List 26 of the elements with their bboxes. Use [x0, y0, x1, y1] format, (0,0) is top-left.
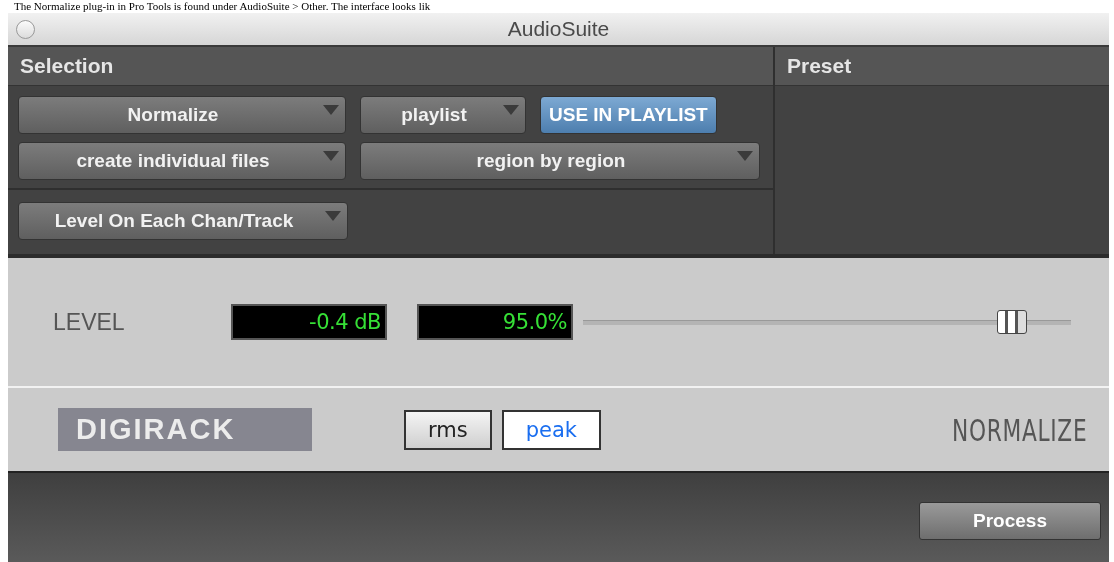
- mode-button[interactable]: peak: [501, 409, 601, 450]
- dropdown[interactable]: Normalize: [18, 96, 346, 134]
- brand-logo: DIGIRACK: [58, 408, 312, 451]
- caret-icon: [325, 211, 341, 221]
- section-title: Preset: [787, 54, 852, 78]
- dropdown[interactable]: create individual files: [18, 142, 346, 180]
- percent-readout: 95.0%: [417, 304, 573, 340]
- dropdown[interactable]: region by region: [360, 142, 760, 180]
- level-label: LEVEL: [53, 308, 126, 336]
- toggle-button[interactable]: USE IN PLAYLIST: [540, 96, 717, 134]
- dropdown[interactable]: playlist: [360, 96, 526, 134]
- caret-icon: [737, 151, 753, 161]
- plugin-name: NORMALIZE: [951, 411, 1087, 448]
- caption: The Normalize plug-in in Pro Tools is found under AudioSuite > Other. The interface looks lik: [14, 0, 431, 13]
- db-readout: -0.4 dB: [231, 304, 387, 340]
- caret-icon: [323, 151, 339, 161]
- caret-icon: [323, 105, 339, 115]
- dropdown[interactable]: Level On Each Chan/Track: [18, 202, 348, 240]
- slider-thumb[interactable]: [997, 310, 1028, 334]
- level-slider[interactable]: [583, 309, 1071, 335]
- mode-button[interactable]: rms: [404, 409, 492, 450]
- process-button[interactable]: Process: [919, 501, 1101, 540]
- section-title: Selection: [20, 54, 114, 78]
- caret-icon: [503, 105, 519, 115]
- close-button[interactable]: [16, 20, 35, 39]
- window-title: AudioSuite: [507, 17, 610, 41]
